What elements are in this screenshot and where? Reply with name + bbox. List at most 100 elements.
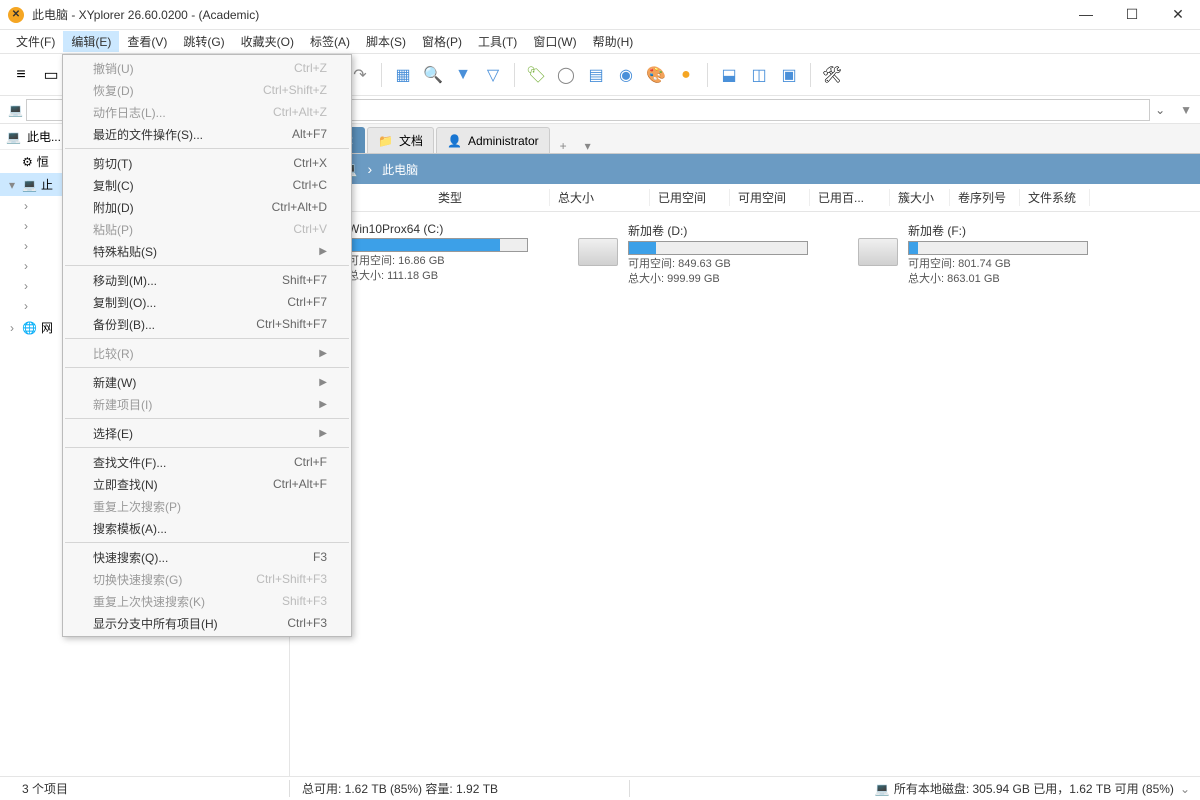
menu-item-5[interactable]: 剪切(T)Ctrl+X xyxy=(63,152,351,174)
column-header-5[interactable]: 簇大小 xyxy=(890,189,950,206)
column-header-1[interactable]: 总大小 xyxy=(550,189,650,206)
drives-list: Win10Prox64 (C:)可用空间: 16.86 GB总大小: 111.1… xyxy=(290,212,1200,298)
expand-icon[interactable]: › xyxy=(20,259,32,273)
menu-item-11[interactable]: 移动到(M)...Shift+F7 xyxy=(63,269,351,291)
path-segment[interactable]: 此电脑 xyxy=(382,161,418,178)
column-header-2[interactable]: 已用空间 xyxy=(650,189,730,206)
menu-item-3[interactable]: 最近的文件操作(S)...Alt+F7 xyxy=(63,123,351,145)
menu-1[interactable]: 编辑(E) xyxy=(63,31,119,52)
ball-icon[interactable]: ● xyxy=(673,62,699,88)
menu-3[interactable]: 跳转(G) xyxy=(175,31,232,52)
menu-8[interactable]: 工具(T) xyxy=(470,31,525,52)
menu-2[interactable]: 查看(V) xyxy=(119,31,175,52)
menu-0[interactable]: 文件(F) xyxy=(8,31,63,52)
split-v-icon[interactable]: ◫ xyxy=(746,62,772,88)
menu-item-30[interactable]: 显示分支中所有项目(H)Ctrl+F3 xyxy=(63,612,351,634)
drive-usage-bar xyxy=(348,238,528,252)
drive-2[interactable]: 新加卷 (F:)可用空间: 801.74 GB总大小: 863.01 GB xyxy=(858,222,1088,288)
menu-item-label: 选择(E) xyxy=(93,425,319,442)
view-icon[interactable]: ▦ xyxy=(390,62,416,88)
menu-item-24: 重复上次搜索(P) xyxy=(63,495,351,517)
menu-item-label: 快速搜索(Q)... xyxy=(93,549,313,566)
separator xyxy=(707,63,708,87)
expand-icon[interactable]: › xyxy=(6,321,18,335)
drive-free: 可用空间: 801.74 GB xyxy=(908,257,1088,272)
tab-2[interactable]: 👤 Administrator xyxy=(436,127,550,153)
menu-item-label: 比较(R) xyxy=(93,345,319,362)
menu-item-17[interactable]: 新建(W)▶ xyxy=(63,371,351,393)
expand-icon[interactable]: › xyxy=(20,199,32,213)
expand-icon[interactable]: › xyxy=(20,219,32,233)
minimize-button[interactable]: — xyxy=(1072,6,1100,23)
filter-toggle-icon[interactable]: ▼ xyxy=(1180,103,1192,117)
tab-menu-button[interactable]: ▾ xyxy=(577,139,599,153)
menu-item-label: 搜索模板(A)... xyxy=(93,520,327,537)
menu-9[interactable]: 窗口(W) xyxy=(525,31,584,52)
tab-add-button[interactable]: + xyxy=(552,139,575,153)
menu-item-23[interactable]: 立即查找(N)Ctrl+Alt+F xyxy=(63,473,351,495)
menu-item-28: 切换快速搜索(G)Ctrl+Shift+F3 xyxy=(63,568,351,590)
menu-5[interactable]: 标签(A) xyxy=(302,31,358,52)
menu-item-20[interactable]: 选择(E)▶ xyxy=(63,422,351,444)
tag-icon[interactable]: 🏷 xyxy=(523,62,549,88)
menu-item-shortcut: Ctrl+Alt+Z xyxy=(273,105,327,119)
tab-label: Administrator xyxy=(468,134,539,148)
expand-icon[interactable]: › xyxy=(20,239,32,253)
menu-item-15: 比较(R)▶ xyxy=(63,342,351,364)
drive-free: 可用空间: 849.63 GB xyxy=(628,257,808,272)
maximize-button[interactable]: ☐ xyxy=(1118,6,1146,23)
column-header-0[interactable]: 类型 xyxy=(430,189,550,206)
drive-1[interactable]: 新加卷 (D:)可用空间: 849.63 GB总大小: 999.99 GB xyxy=(578,222,808,288)
column-header-3[interactable]: 可用空间 xyxy=(730,189,810,206)
drive-total: 总大小: 863.01 GB xyxy=(908,272,1088,287)
sidebar-top-label[interactable]: 此电... xyxy=(27,128,61,145)
circle-icon[interactable]: ◯ xyxy=(553,62,579,88)
menu-item-12[interactable]: 复制到(O)...Ctrl+F7 xyxy=(63,291,351,313)
menu-item-shortcut: Alt+F7 xyxy=(292,127,327,141)
calc-icon[interactable]: ▤ xyxy=(583,62,609,88)
expand-icon[interactable]: ▾ xyxy=(6,178,18,192)
menu-item-13[interactable]: 备份到(B)...Ctrl+Shift+F7 xyxy=(63,313,351,335)
menu-item-8: 粘贴(P)Ctrl+V xyxy=(63,218,351,240)
menu-7[interactable]: 窗格(P) xyxy=(414,31,470,52)
menu-10[interactable]: 帮助(H) xyxy=(585,31,642,52)
menu-item-27[interactable]: 快速搜索(Q)...F3 xyxy=(63,546,351,568)
layout-icon[interactable]: ▣ xyxy=(776,62,802,88)
menu-item-shortcut: Ctrl+X xyxy=(293,156,327,170)
tab-icon: 👤 xyxy=(447,134,462,148)
menu-item-9[interactable]: 特殊粘贴(S)▶ xyxy=(63,240,351,262)
menu-item-shortcut: Ctrl+F7 xyxy=(287,295,327,309)
drive-icon xyxy=(578,238,618,266)
settings-icon[interactable]: 🛠 xyxy=(819,62,845,88)
menu-item-label: 恢复(D) xyxy=(93,82,263,99)
menu-item-6[interactable]: 复制(C)Ctrl+C xyxy=(63,174,351,196)
menu-6[interactable]: 脚本(S) xyxy=(358,31,414,52)
tab-1[interactable]: 📁文档 xyxy=(367,127,434,153)
address-dropdown[interactable]: ⌄ xyxy=(1150,103,1170,117)
filter-icon[interactable]: ▼ xyxy=(450,62,476,88)
menu-item-25[interactable]: 搜索模板(A)... xyxy=(63,517,351,539)
menu-4[interactable]: 收藏夹(O) xyxy=(233,31,302,52)
column-header-4[interactable]: 已用百... xyxy=(810,189,890,206)
submenu-arrow-icon: ▶ xyxy=(319,246,327,257)
column-header-6[interactable]: 卷序列号 xyxy=(950,189,1020,206)
menu-separator xyxy=(65,265,349,266)
panel-icon[interactable]: ▭ xyxy=(38,62,64,88)
expand-icon[interactable]: › xyxy=(20,279,32,293)
menu-item-shortcut: Ctrl+Shift+F3 xyxy=(256,572,327,586)
close-button[interactable]: ✕ xyxy=(1164,6,1192,23)
menu-item-label: 粘贴(P) xyxy=(93,221,293,238)
palette-icon[interactable]: 🎨 xyxy=(643,62,669,88)
menu-item-label: 复制到(O)... xyxy=(93,294,287,311)
split-h-icon[interactable]: ⬓ xyxy=(716,62,742,88)
column-header-7[interactable]: 文件系统 xyxy=(1020,189,1090,206)
menu-item-7[interactable]: 附加(D)Ctrl+Alt+D xyxy=(63,196,351,218)
filter2-icon[interactable]: ▽ xyxy=(480,62,506,88)
search-icon[interactable]: 🔍 xyxy=(420,62,446,88)
expand-icon[interactable]: › xyxy=(20,299,32,313)
globe-icon[interactable]: ◉ xyxy=(613,62,639,88)
menu-item-22[interactable]: 查找文件(F)...Ctrl+F xyxy=(63,451,351,473)
tabs: 💻脑✕📁文档👤Administrator+▾ xyxy=(290,124,1200,154)
chevron-down-icon[interactable]: ⌄ xyxy=(1180,782,1190,796)
list-icon[interactable]: ≡ xyxy=(8,62,34,88)
